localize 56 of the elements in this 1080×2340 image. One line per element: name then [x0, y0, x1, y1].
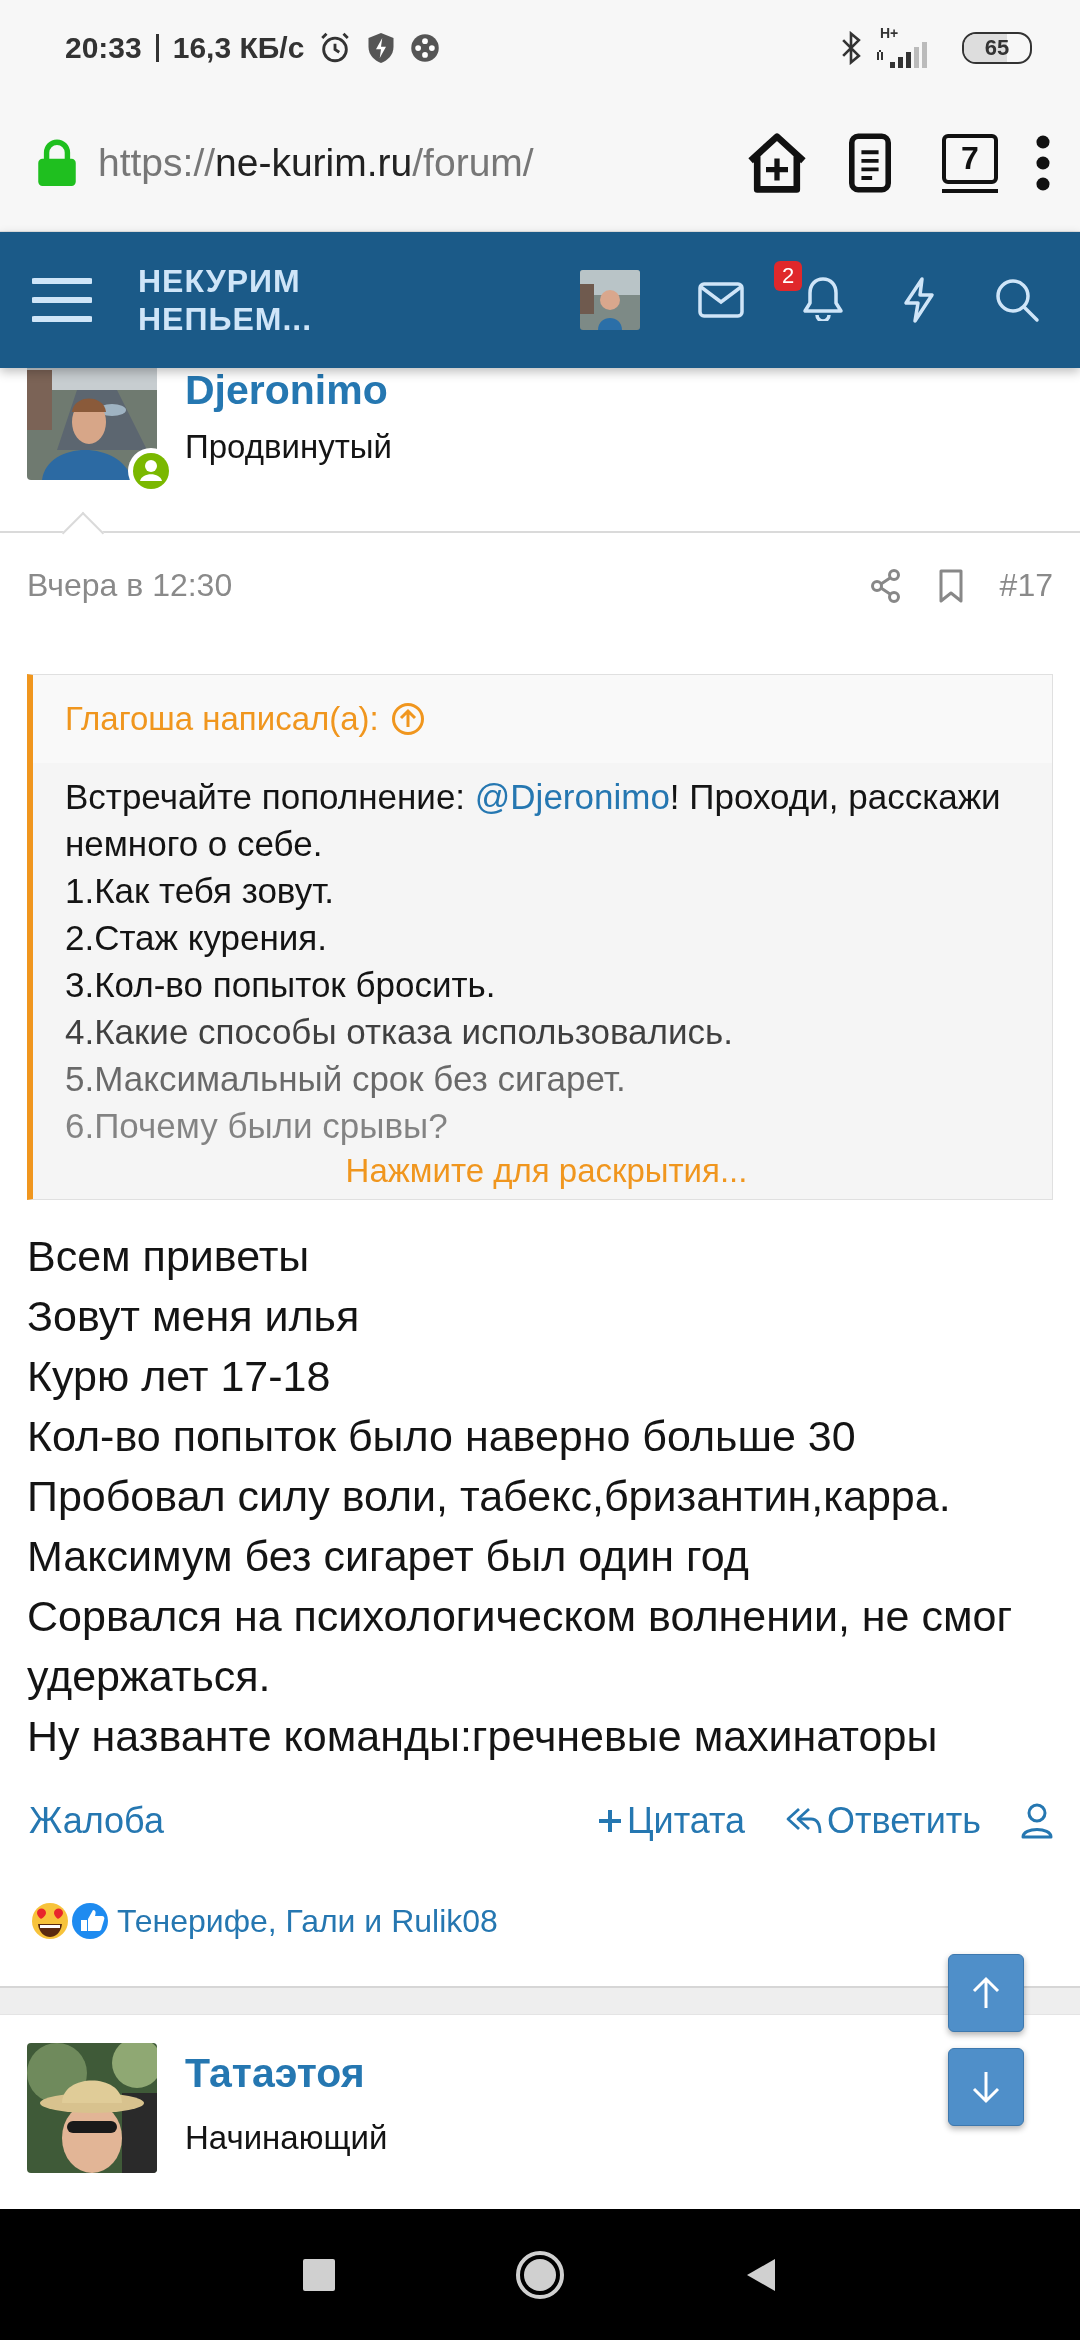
film-reel-icon	[410, 32, 441, 63]
plus-icon	[596, 1808, 623, 1834]
quote-text: Встречайте пополнение: @Djeronimo! Проходи, расскажи немного о себе.	[65, 776, 1002, 865]
quote-text: 3.Кол-во попыток бросить.	[65, 964, 497, 1006]
network-speed: 16,3 КБ/с	[172, 30, 305, 65]
report-link[interactable]: Жалоба	[29, 1800, 164, 1842]
site-logo[interactable]: НЕКУРИМ НЕПЬЕМ...	[138, 262, 313, 338]
user-rank: Начинающий	[185, 2119, 388, 2157]
quote-text: 5.Максимальный срок без сигарет.	[65, 1058, 627, 1100]
post-text: Курю лет 17-18	[27, 1351, 332, 1402]
quote-text: 1.Как тебя зовут.	[65, 870, 336, 912]
share-icon[interactable]	[869, 568, 902, 603]
search-icon[interactable]	[994, 277, 1040, 323]
reactions-link[interactable]: Тенерифе, Гали и Rulik08	[117, 1902, 498, 1940]
quote-text: 6.Почему были срывы?	[65, 1105, 449, 1147]
arrow-up-icon	[971, 1976, 1001, 2010]
username-link[interactable]: Татаэтоя	[185, 2051, 388, 2095]
back-icon[interactable]	[745, 2256, 777, 2293]
separator-bar	[155, 33, 159, 62]
more-menu-icon[interactable]	[1036, 135, 1050, 191]
reply-link[interactable]: Ответить	[785, 1800, 981, 1842]
post-text: Ну названте команды:гречневые махинаторы	[27, 1711, 939, 1762]
bluetooth-icon	[840, 30, 862, 65]
lock-icon	[36, 138, 78, 188]
scroll-down-button[interactable]	[948, 2048, 1024, 2126]
post-text: Всем приветы	[27, 1231, 311, 1282]
arrow-down-icon	[971, 2070, 1001, 2104]
recent-apps-icon[interactable]	[303, 2258, 335, 2291]
address-field[interactable]: https://ne-kurim.ru/forum/	[98, 141, 706, 185]
post-text: Кол-во попыток было наверно больше 30	[27, 1411, 857, 1462]
username-link[interactable]: Djeronimo	[185, 368, 392, 412]
menu-icon[interactable]	[32, 275, 92, 325]
post-text: Пробовал силу воли, табекс,бризантин,карра.	[27, 1471, 952, 1522]
quote-text: 4.Какие способы отказа использовались.	[65, 1011, 734, 1053]
home-circle-icon[interactable]	[515, 2249, 565, 2300]
notification-badge: 2	[774, 261, 803, 291]
lightning-icon[interactable]	[902, 277, 936, 323]
mention-link[interactable]: @Djeronimo	[474, 777, 670, 816]
post-number-link[interactable]: #17	[999, 567, 1053, 604]
mail-icon[interactable]	[698, 282, 744, 318]
clock-time: 20:33	[65, 30, 142, 65]
post-text: Сорвался на психологическом волнении, не смог удержаться.	[27, 1591, 1014, 1702]
scroll-up-button[interactable]	[948, 1954, 1024, 2032]
reader-icon[interactable]	[848, 133, 892, 193]
quote-link[interactable]: Цитата	[596, 1800, 746, 1842]
shield-icon	[366, 30, 397, 65]
user-rank: Продвинутый	[185, 428, 392, 466]
bell-icon[interactable]	[802, 275, 844, 321]
battery-indicator: 65	[962, 31, 1032, 64]
post-date[interactable]: Вчера в 12:30	[27, 567, 233, 604]
post-text: Зовут меня илья	[27, 1291, 361, 1342]
user-icon[interactable]	[1021, 1803, 1053, 1839]
bookmark-icon[interactable]	[937, 568, 964, 603]
post-text: Максимум без сигарет был один год	[27, 1531, 750, 1582]
quote-text: 2.Стаж курения.	[65, 917, 328, 959]
network-type: H+	[880, 25, 899, 40]
